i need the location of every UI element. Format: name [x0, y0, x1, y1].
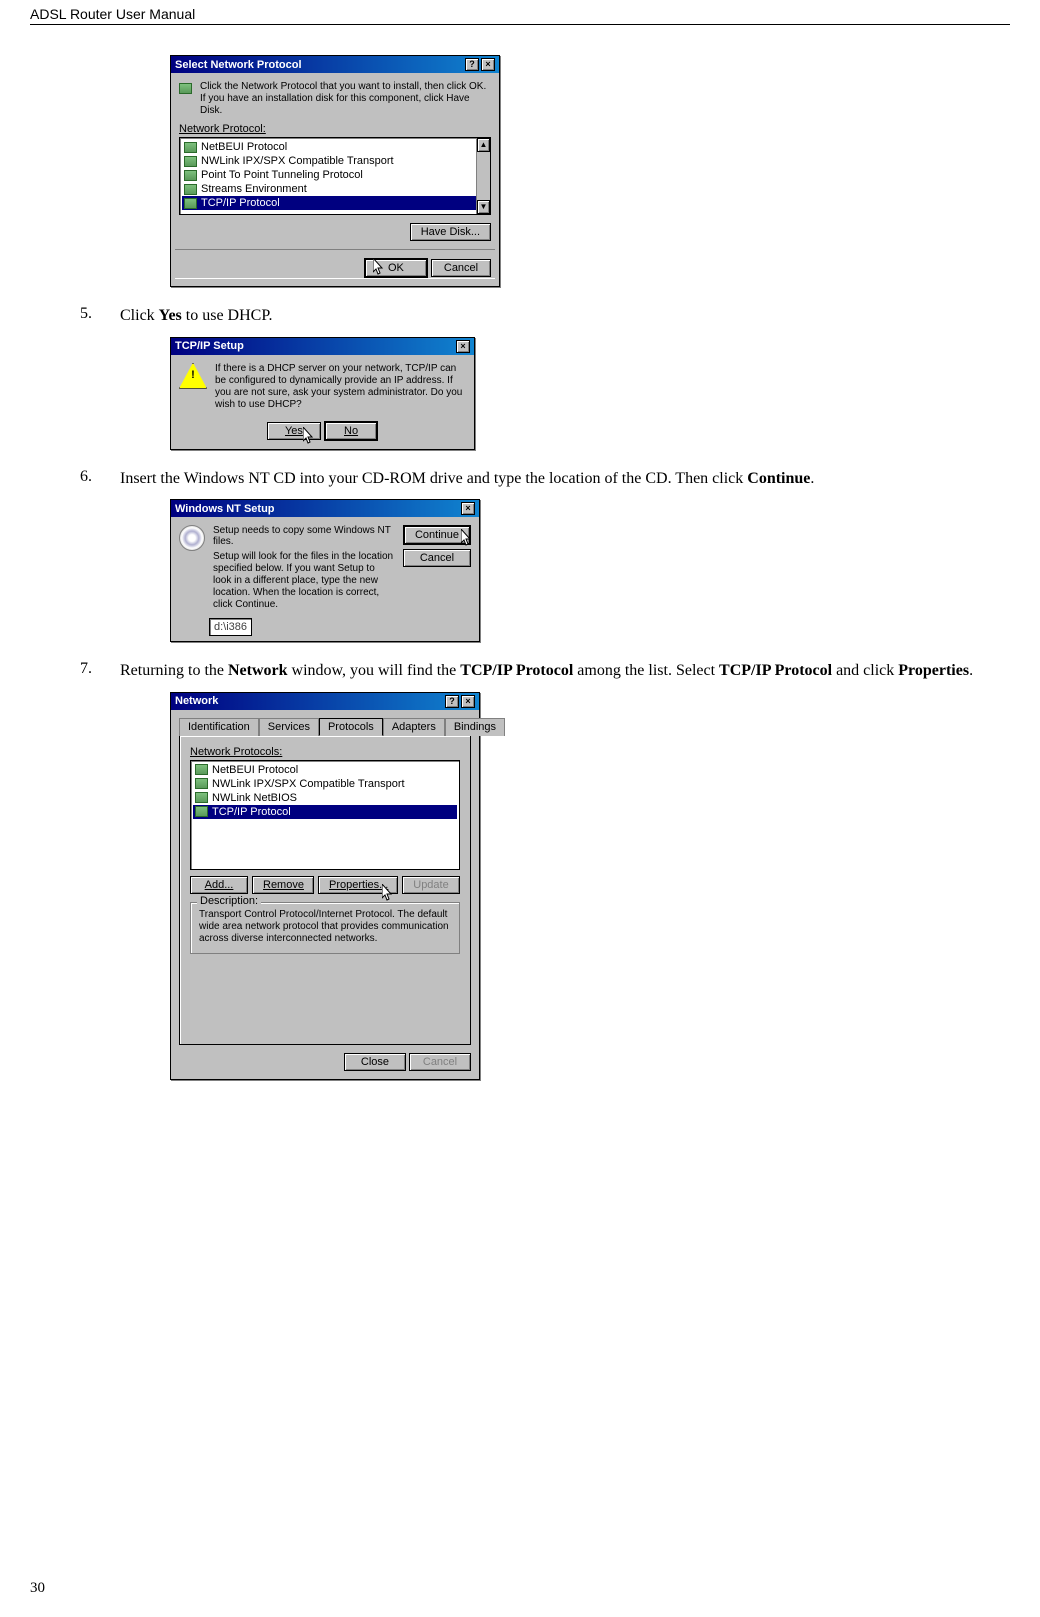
network-dialog: Network ? × Identification Services Prot…: [170, 692, 480, 1080]
close-icon[interactable]: ×: [456, 340, 470, 353]
list-item[interactable]: Streams Environment: [182, 182, 488, 196]
list-item[interactable]: TCP/IP Protocol: [182, 196, 488, 210]
description-group: Description: Transport Control Protocol/…: [190, 902, 460, 954]
step-number: 7.: [80, 660, 92, 678]
tabs: Identification Services Protocols Adapte…: [179, 718, 471, 736]
tcpip-setup-dialog: TCP/IP Setup × If there is a DHCP server…: [170, 337, 475, 450]
titlebar: TCP/IP Setup ×: [171, 338, 474, 355]
protocol-icon: [195, 792, 208, 803]
tab-bindings[interactable]: Bindings: [445, 718, 505, 736]
dialog-title: TCP/IP Setup: [175, 340, 244, 352]
page-number: 30: [30, 1580, 45, 1597]
step-5: 5. Click Yes to use DHCP.: [80, 305, 980, 327]
dialog-instruction: Click the Network Protocol that you want…: [200, 81, 491, 117]
titlebar: Select Network Protocol ? ×: [171, 56, 499, 73]
list-item[interactable]: NWLink IPX/SPX Compatible Transport: [193, 777, 457, 791]
update-button: Update: [402, 876, 460, 894]
protocol-listbox[interactable]: NetBEUI Protocol NWLink IPX/SPX Compatib…: [179, 137, 491, 215]
no-button[interactable]: No: [324, 421, 378, 441]
step-number: 5.: [80, 305, 92, 323]
description-text: Transport Control Protocol/Internet Prot…: [199, 909, 451, 945]
list-label: Network Protocols:: [190, 746, 282, 758]
list-label: Network Protocol:: [179, 123, 266, 135]
protocol-icon: [184, 198, 197, 209]
list-item[interactable]: NetBEUI Protocol: [193, 763, 457, 777]
titlebar: Network ? ×: [171, 693, 479, 710]
close-icon[interactable]: ×: [461, 695, 475, 708]
list-item[interactable]: NWLink NetBIOS: [193, 791, 457, 805]
remove-button[interactable]: Remove: [252, 876, 314, 894]
dialog-title: Network: [175, 695, 218, 707]
scroll-down-icon[interactable]: ▼: [477, 200, 490, 214]
protocol-icon: [179, 83, 192, 94]
tab-protocols[interactable]: Protocols: [319, 718, 383, 736]
list-item[interactable]: TCP/IP Protocol: [193, 805, 457, 819]
properties-button[interactable]: Properties...: [318, 876, 398, 894]
close-icon[interactable]: ×: [461, 502, 475, 515]
scrollbar[interactable]: ▲ ▼: [476, 138, 490, 214]
close-icon[interactable]: ×: [481, 58, 495, 71]
scroll-up-icon[interactable]: ▲: [477, 138, 490, 152]
list-item[interactable]: NetBEUI Protocol: [182, 140, 488, 154]
protocol-icon: [184, 170, 197, 181]
have-disk-button[interactable]: Have Disk...: [410, 223, 491, 241]
add-button[interactable]: Add...: [190, 876, 248, 894]
dialog-message: If there is a DHCP server on your networ…: [215, 363, 466, 411]
dialog-title: Windows NT Setup: [175, 503, 275, 515]
cancel-button: Cancel: [409, 1053, 471, 1071]
step-7: 7. Returning to the Network window, you …: [80, 660, 980, 682]
tab-identification[interactable]: Identification: [179, 718, 259, 736]
ok-button[interactable]: OK: [364, 258, 428, 278]
setup-line1: Setup needs to copy some Windows NT file…: [213, 525, 395, 547]
doc-header: ADSL Router User Manual: [30, 0, 1010, 25]
step-6: 6. Insert the Windows NT CD into your CD…: [80, 468, 980, 490]
protocol-icon: [195, 764, 208, 775]
cd-icon: [179, 525, 205, 551]
nt-setup-dialog: Windows NT Setup × Setup needs to copy s…: [170, 499, 480, 642]
continue-button[interactable]: Continue: [403, 525, 471, 545]
network-protocol-listbox[interactable]: NetBEUI Protocol NWLink IPX/SPX Compatib…: [190, 760, 460, 870]
protocol-icon: [184, 156, 197, 167]
close-button[interactable]: Close: [344, 1053, 406, 1071]
tab-services[interactable]: Services: [259, 718, 319, 736]
help-icon[interactable]: ?: [465, 58, 479, 71]
dialog-title: Select Network Protocol: [175, 59, 302, 71]
select-network-protocol-dialog: Select Network Protocol ? × Click the Ne…: [170, 55, 500, 287]
warning-icon: [179, 363, 207, 389]
path-input[interactable]: d:\i386: [209, 618, 252, 636]
step-number: 6.: [80, 468, 92, 486]
protocol-icon: [184, 184, 197, 195]
description-label: Description:: [197, 895, 261, 907]
list-item[interactable]: NWLink IPX/SPX Compatible Transport: [182, 154, 488, 168]
protocol-icon: [195, 778, 208, 789]
cancel-button[interactable]: Cancel: [403, 549, 471, 567]
yes-button[interactable]: Yes: [267, 422, 321, 440]
tab-adapters[interactable]: Adapters: [383, 718, 445, 736]
titlebar: Windows NT Setup ×: [171, 500, 479, 517]
protocol-icon: [195, 806, 208, 817]
doc-title: ADSL Router User Manual: [30, 6, 195, 22]
tab-panel: Network Protocols: NetBEUI Protocol NWLi…: [179, 735, 471, 1045]
cancel-button[interactable]: Cancel: [431, 259, 491, 277]
list-item[interactable]: Point To Point Tunneling Protocol: [182, 168, 488, 182]
protocol-icon: [184, 142, 197, 153]
help-icon[interactable]: ?: [445, 695, 459, 708]
setup-line2: Setup will look for the files in the loc…: [213, 551, 395, 611]
